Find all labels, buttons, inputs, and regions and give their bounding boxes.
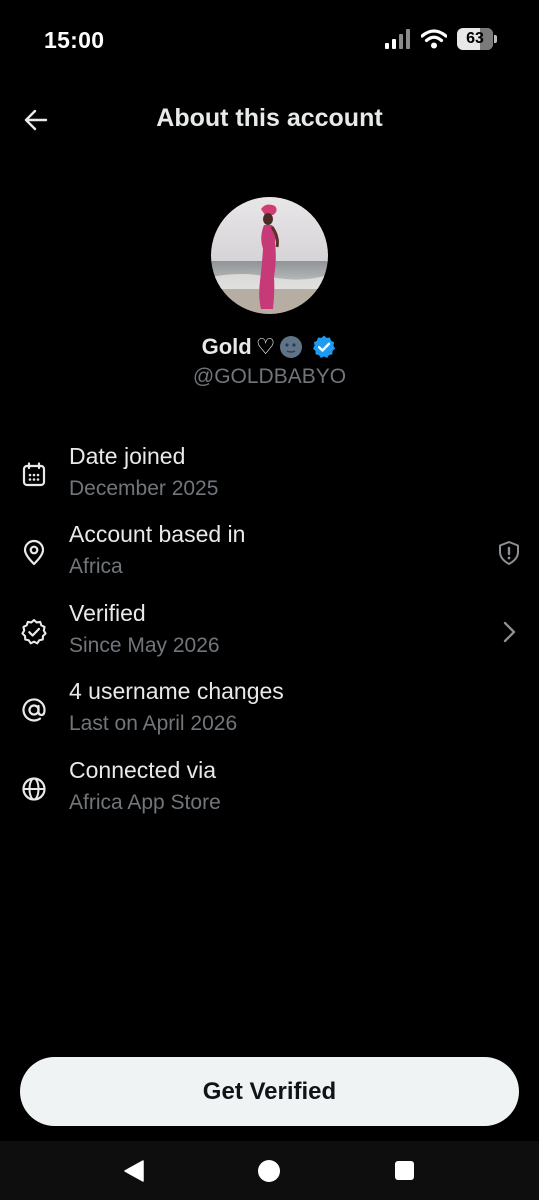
nav-recents-icon[interactable] bbox=[395, 1161, 414, 1180]
battery-cap bbox=[494, 35, 497, 43]
system-nav-bar bbox=[0, 1141, 539, 1200]
wifi-icon bbox=[421, 29, 447, 49]
status-icons: 63 bbox=[385, 28, 497, 50]
location-pin-icon bbox=[23, 539, 45, 566]
header: About this account bbox=[0, 92, 539, 148]
detail-row-account-based-in: Account based in Africa bbox=[0, 521, 539, 591]
detail-value: December 2025 bbox=[69, 477, 219, 500]
globe-icon bbox=[22, 777, 46, 801]
detail-value: Last on April 2026 bbox=[69, 712, 238, 735]
detail-label: Date joined bbox=[69, 443, 186, 469]
verified-badge-icon bbox=[313, 335, 336, 359]
verified-outline-icon bbox=[21, 619, 47, 645]
display-name: Gold bbox=[201, 334, 252, 359]
calendar-icon bbox=[22, 462, 46, 487]
detail-label: Connected via bbox=[69, 757, 217, 783]
avatar-photo bbox=[211, 197, 328, 314]
detail-row-date-joined: Date joined December 2025 bbox=[0, 443, 539, 513]
detail-value: Since May 2026 bbox=[69, 634, 220, 657]
detail-row-username-changes: 4 username changes Last on April 2026 bbox=[0, 678, 539, 748]
get-verified-button[interactable]: Get Verified bbox=[20, 1057, 519, 1126]
status-time: 15:00 bbox=[44, 27, 105, 53]
status-bar: 15:00 63 bbox=[0, 0, 539, 80]
detail-label: Account based in bbox=[69, 521, 246, 547]
battery-icon: 63 bbox=[457, 28, 497, 50]
avatar[interactable] bbox=[211, 197, 328, 314]
new-moon-face-emoji bbox=[280, 336, 303, 358]
username: @GOLDBABYO bbox=[192, 365, 347, 388]
detail-row-connected-via: Connected via Africa App Store bbox=[0, 757, 539, 827]
signal-icon bbox=[385, 29, 410, 49]
chevron-right-icon[interactable] bbox=[495, 618, 523, 646]
detail-value: Africa bbox=[69, 555, 123, 578]
nav-back-icon[interactable] bbox=[122, 1159, 146, 1183]
detail-row-verified[interactable]: Verified Since May 2026 bbox=[0, 600, 539, 670]
display-name-row: Gold ♡ bbox=[0, 334, 539, 360]
detail-label: 4 username changes bbox=[69, 678, 284, 704]
battery-level: 63 bbox=[466, 30, 484, 47]
shield-alert-icon[interactable] bbox=[495, 539, 523, 567]
detail-value: Africa App Store bbox=[69, 791, 221, 814]
page-title: About this account bbox=[156, 104, 383, 132]
detail-label: Verified bbox=[69, 600, 146, 626]
nav-home-icon[interactable] bbox=[258, 1160, 280, 1182]
at-sign-icon bbox=[22, 698, 46, 722]
white-heart-emoji: ♡ bbox=[255, 334, 276, 359]
